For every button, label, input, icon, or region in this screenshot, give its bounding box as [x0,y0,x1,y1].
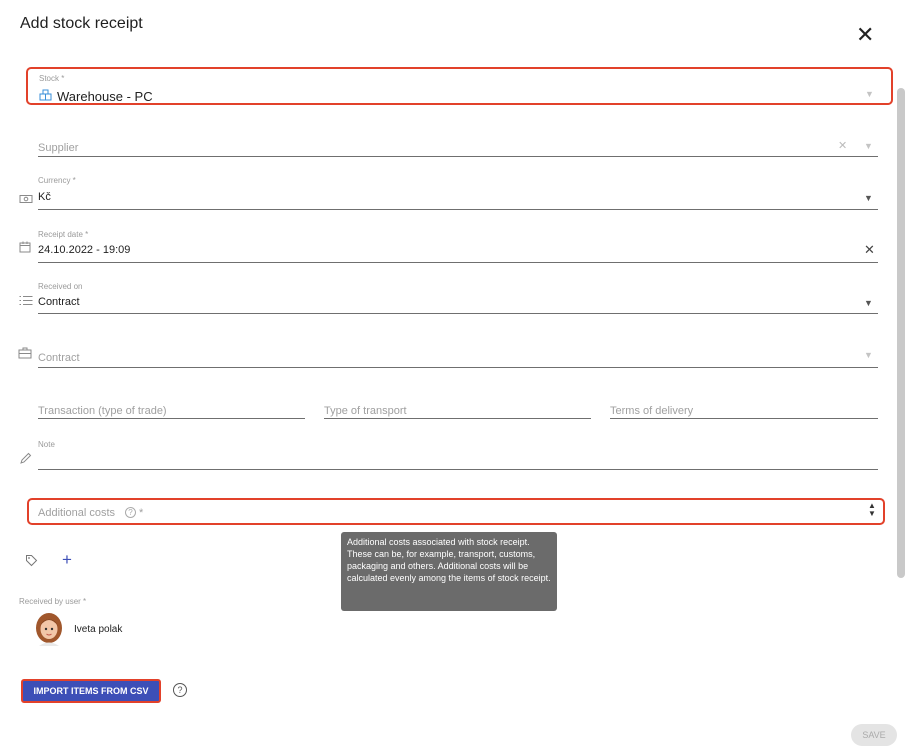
currency-underline [38,209,878,210]
additional-costs-tooltip: Additional costs associated with stock r… [341,532,557,611]
received-by-label: Received by user * [19,597,87,606]
save-button[interactable]: SAVE [851,724,897,746]
additional-costs-field[interactable]: Additional costs ? * ▲ ▼ [27,498,885,525]
briefcase-icon [18,347,32,359]
chevron-down-icon[interactable]: ▼ [864,298,873,308]
warehouse-icon [39,89,52,101]
stock-label: Stock * [39,74,65,83]
currency-label: Currency * [38,176,76,185]
transport-underline [324,418,591,419]
chevron-down-icon[interactable]: ▼ [864,193,873,203]
transaction-underline [38,418,305,419]
help-icon[interactable]: ? [125,507,136,518]
required-mark: * [139,507,144,519]
dialog-title: Add stock receipt [20,15,143,32]
chevron-down-icon[interactable]: ▼ [865,89,874,99]
stock-value: Warehouse - PC [57,89,153,104]
chevron-down-icon[interactable]: ▼ [864,350,873,360]
pencil-icon [20,452,32,464]
transport-input[interactable]: Type of transport [324,405,407,417]
receipt-date-label: Receipt date * [38,230,89,239]
list-icon [19,296,33,305]
chevron-down-icon[interactable]: ▼ [864,141,873,151]
import-csv-button[interactable]: IMPORT ITEMS FROM CSV [21,679,161,703]
received-on-label: Received on [38,282,83,291]
clear-icon[interactable]: ✕ [838,139,847,152]
avatar [36,613,62,646]
note-input[interactable] [38,452,878,468]
additional-costs-input[interactable]: Additional costs [38,507,115,519]
received-on-select[interactable]: Contract [38,296,80,308]
receipt-date-underline [38,262,878,263]
stepper-icon[interactable]: ▲ ▼ [868,502,876,518]
received-on-underline [38,313,878,314]
terms-underline [610,418,878,419]
scrollbar[interactable] [897,88,905,578]
tag-icon[interactable] [25,554,38,567]
currency-select[interactable]: Kč [38,191,51,203]
stock-field[interactable]: Stock * Warehouse - PC ▼ [26,67,893,105]
received-by-user-name: Iveta polak [74,624,123,635]
note-underline [38,469,878,470]
help-icon[interactable]: ? [173,683,187,697]
calendar-icon [19,241,31,253]
terms-input[interactable]: Terms of delivery [610,405,693,417]
help-symbol: ? [128,508,133,517]
receipt-date-input[interactable]: 24.10.2022 - 19:09 [38,244,130,256]
close-icon[interactable]: ✕ [856,24,874,46]
note-label: Note [38,440,55,449]
clear-icon[interactable]: ✕ [864,242,875,258]
add-tag-button[interactable]: + [62,550,72,570]
money-icon [19,195,33,203]
contract-select[interactable]: Contract [38,352,80,364]
supplier-underline [38,156,878,157]
supplier-input[interactable]: Supplier [38,142,78,154]
contract-underline [38,367,878,368]
transaction-input[interactable]: Transaction (type of trade) [38,405,167,417]
